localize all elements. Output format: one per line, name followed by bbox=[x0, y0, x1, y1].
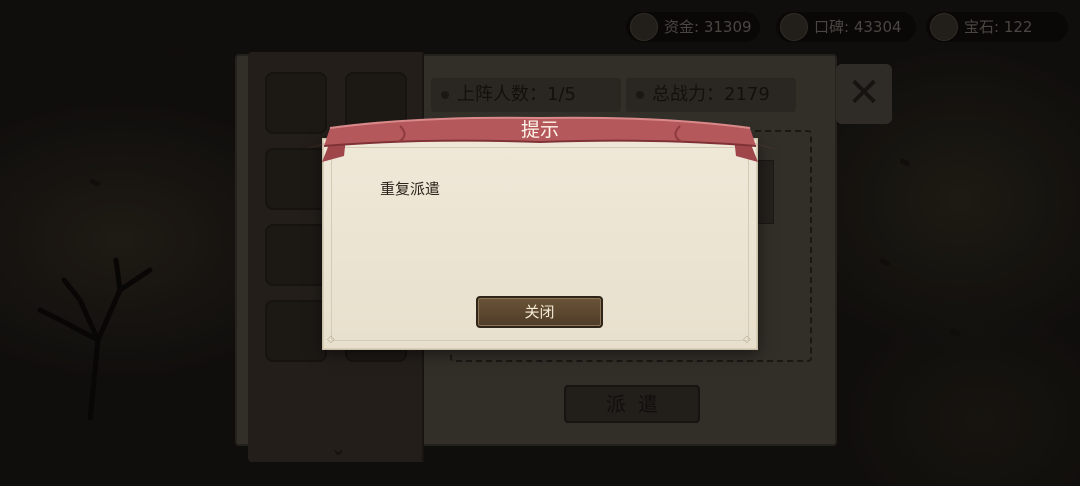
corner-ornament: ◇ bbox=[327, 334, 335, 345]
close-button[interactable]: 关闭 bbox=[476, 296, 603, 328]
dialog-title: 提示 bbox=[520, 119, 559, 141]
dialog-message: 重复派遣 bbox=[380, 180, 441, 198]
corner-ornament: ◇ bbox=[743, 334, 751, 345]
